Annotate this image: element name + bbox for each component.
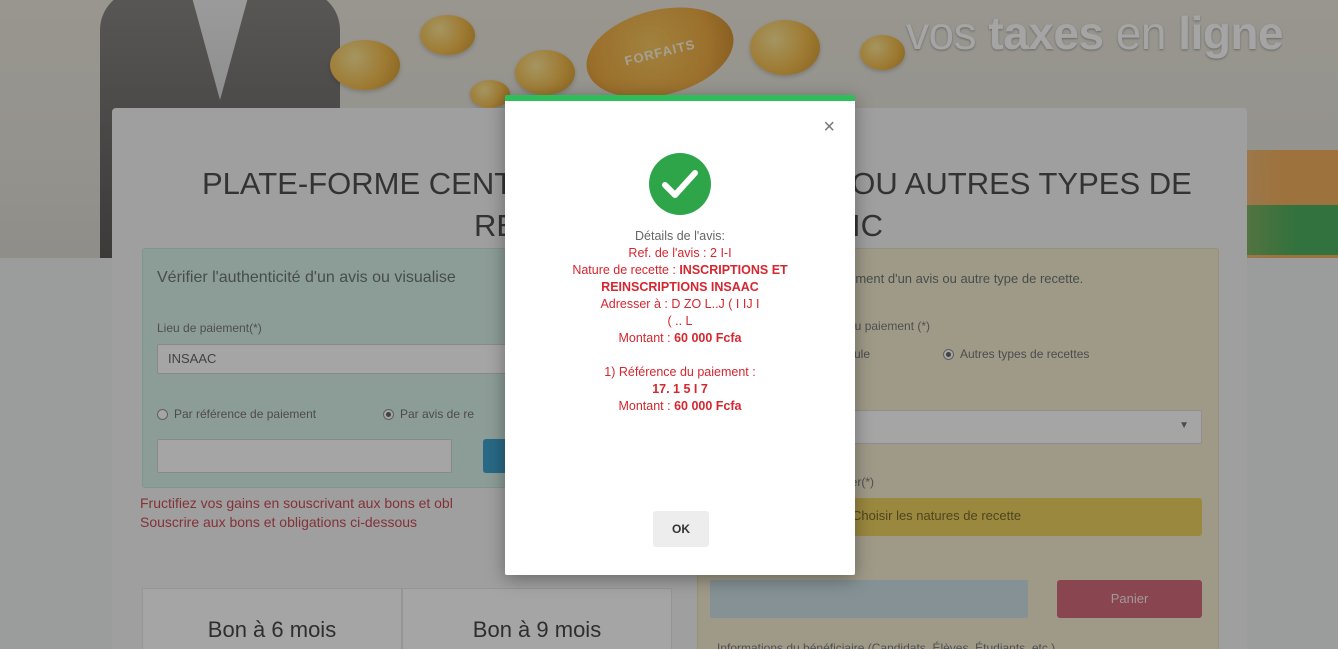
address-line-2: ( .. L <box>667 314 693 328</box>
payment-ref-label: 1) Référence du paiement : <box>604 365 756 379</box>
nature-recette: Nature de recette : INSCRIPTIONS ET REIN… <box>572 263 788 294</box>
details-title: Détails de l'avis: <box>635 229 725 243</box>
avis-ref: Ref. de l'avis : 2 I-I <box>628 246 732 260</box>
modal-details: Détails de l'avis: Ref. de l'avis : 2 I-… <box>505 228 855 415</box>
close-icon[interactable]: × <box>823 117 835 137</box>
payment-ref-value: 17. 1 5 I 7 <box>652 382 708 396</box>
amount: Montant : 60 000 Fcfa <box>618 331 742 345</box>
success-check-icon <box>649 153 711 215</box>
payment-amount: Montant : 60 000 Fcfa <box>618 399 742 413</box>
ok-button[interactable]: OK <box>653 511 709 547</box>
address-line: Adresser à : D ZO L..J ( I IJ I <box>600 297 760 311</box>
avis-details-modal: × Détails de l'avis: Ref. de l'avis : 2 … <box>505 95 855 575</box>
